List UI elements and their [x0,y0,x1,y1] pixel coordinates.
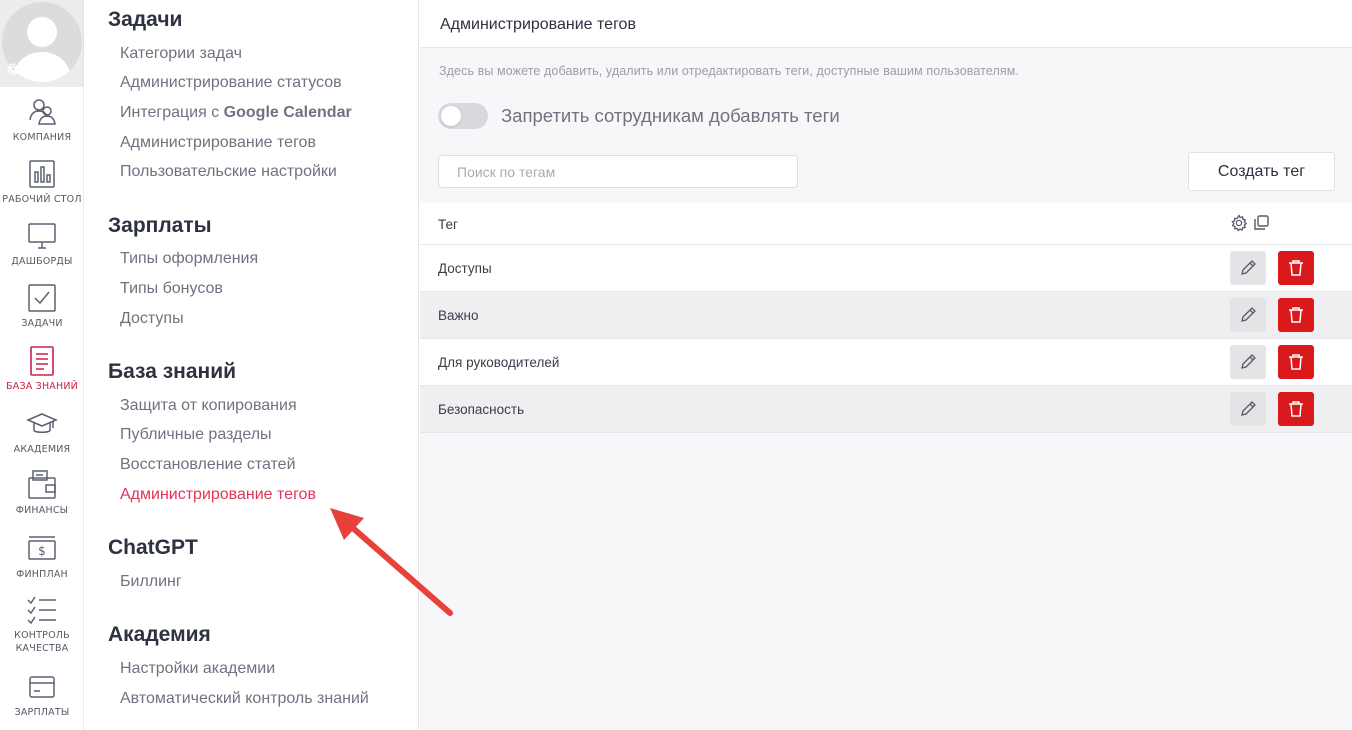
trash-icon [1289,354,1303,370]
menu-link-billing[interactable]: Биллинг [120,573,182,591]
settings-gear-icon[interactable] [1230,214,1248,232]
menu-link-user-settings[interactable]: Пользовательские настройки [120,163,337,181]
checklist-icon [27,596,56,625]
page-title: Администрирование тегов [440,16,636,33]
rail-label: АКАДЕМИЯ [13,444,71,455]
bar-chart-icon [29,160,55,188]
rail-label: РАБОЧИЙ СТОЛ [2,194,82,205]
table-row: Важно [420,292,1352,339]
pencil-icon [1241,401,1256,416]
delete-tag-button[interactable] [1278,298,1314,332]
section-title-salaries: Зарплаты [108,214,212,237]
card-icon [29,676,55,698]
rail-label: ДАШБОРДЫ [11,256,73,267]
table-row: Для руководителей [420,339,1352,386]
pencil-icon [1241,260,1256,275]
menu-link-google-calendar[interactable]: Интеграция с Google Calendar [120,104,352,122]
section-title-chatgpt: ChatGPT [108,536,198,559]
delete-tag-button[interactable] [1278,392,1314,426]
menu-link-public-sections[interactable]: Публичные разделы [120,426,272,444]
rail-label: БАЗА ЗНАНИЙ [6,381,78,392]
trash-icon [1289,401,1303,417]
rail-label-line2: КАЧЕСТВА [15,643,69,654]
page-header: Администрирование тегов [420,0,1352,48]
pencil-icon [1241,354,1256,369]
toggle-knob [441,106,461,126]
rail-item-academy[interactable]: АКАДЕМИЯ [0,408,84,456]
rail-label: КОМПАНИЯ [12,132,72,143]
avatar[interactable] [0,0,84,87]
menu-link-text: Интеграция с [120,104,224,121]
tag-search-input[interactable] [438,155,798,188]
section-title-tasks: Задачи [108,8,183,31]
trash-icon [1289,260,1303,276]
menu-link-academy-settings[interactable]: Настройки академии [120,660,275,678]
table-row: Доступы [420,245,1352,292]
trash-icon [1289,307,1303,323]
section-title-academy: Академия [108,623,211,646]
restrict-tags-label: Запретить сотрудникам добавлять теги [501,105,840,126]
wallet-icon [28,470,56,499]
pencil-icon [1241,307,1256,322]
edit-tag-button[interactable] [1230,251,1266,285]
tag-name: Важно [438,308,479,323]
menu-link-article-restore[interactable]: Восстановление статей [120,456,296,474]
rail-item-dashboards[interactable]: ДАШБОРДЫ [0,220,84,268]
tag-name: Безопасность [438,402,525,417]
menu-link-task-tags-admin[interactable]: Администрирование тегов [120,134,316,152]
delete-tag-button[interactable] [1278,345,1314,379]
rail-label: ФИНПЛАН [16,569,68,580]
tags-table: Тег Доступы Важно Для руководителей Безо… [420,203,1352,433]
rail-item-tasks[interactable]: ЗАДАЧИ [0,282,84,330]
graduation-cap-icon [26,413,58,433]
svg-text:$: $ [38,544,46,558]
page-hint: Здесь вы можете добавить, удалить или от… [439,64,1019,78]
copy-icon[interactable] [1252,214,1270,232]
edit-tag-button[interactable] [1230,392,1266,426]
menu-link-task-categories[interactable]: Категории задач [120,45,242,63]
rail-item-finance[interactable]: ФИНАНСЫ [0,469,84,517]
rail-label: ЗАРПЛАТЫ [14,707,70,718]
menu-link-kb-tags-admin[interactable]: Администрирование тегов [120,486,316,504]
rail-label: КОНТРОЛЬ [14,630,70,641]
document-icon [30,346,54,376]
tag-name: Для руководителей [438,355,560,370]
rail-item-desktop[interactable]: РАБОЧИЙ СТОЛ [0,158,84,206]
dollar-bill-icon: $ [28,536,56,560]
menu-link-bonus-types[interactable]: Типы бонусов [120,280,223,298]
tag-name: Доступы [438,261,492,276]
section-title-knowledge-base: База знаний [108,360,237,383]
rail-item-company[interactable]: КОМПАНИЯ [0,96,84,144]
icon-rail: КОМПАНИЯ РАБОЧИЙ СТОЛ ДАШБОРДЫ ЗАДАЧИ БА… [0,0,84,730]
restrict-tags-toggle[interactable] [438,103,488,129]
menu-link-auto-knowledge-control[interactable]: Автоматический контроль знаний [120,690,369,708]
delete-tag-button[interactable] [1278,251,1314,285]
menu-link-salary-access[interactable]: Доступы [120,310,184,328]
rail-item-knowledge-base[interactable]: БАЗА ЗНАНИЙ [0,345,84,393]
menu-link-copy-protection[interactable]: Защита от копирования [120,397,297,415]
menu-link-employment-types[interactable]: Типы оформления [120,250,258,268]
settings-menu: Задачи Категории задач Администрирование… [85,0,419,730]
edit-tag-button[interactable] [1230,298,1266,332]
create-tag-button[interactable]: Создать тег [1188,152,1335,191]
rail-label: ФИНАНСЫ [15,505,69,516]
gear-icon[interactable] [5,61,21,77]
monitor-icon [28,223,56,249]
rail-item-quality-control[interactable]: КОНТРОЛЬ КАЧЕСТВА [0,594,84,655]
table-row: Безопасность [420,386,1352,433]
rail-label: ЗАДАЧИ [21,318,63,329]
table-header: Тег [420,203,1352,245]
menu-link-bold: Google Calendar [223,104,352,121]
people-icon [29,99,56,125]
menu-link-status-admin[interactable]: Администрирование статусов [120,74,342,92]
edit-tag-button[interactable] [1230,345,1266,379]
column-header-tag: Тег [438,217,458,232]
rail-item-salaries[interactable]: ЗАРПЛАТЫ [0,671,84,719]
checkbox-icon [28,284,56,312]
main-panel: Администрирование тегов Здесь вы можете … [420,0,1352,730]
rail-item-finplan[interactable]: $ ФИНПЛАН [0,533,84,581]
